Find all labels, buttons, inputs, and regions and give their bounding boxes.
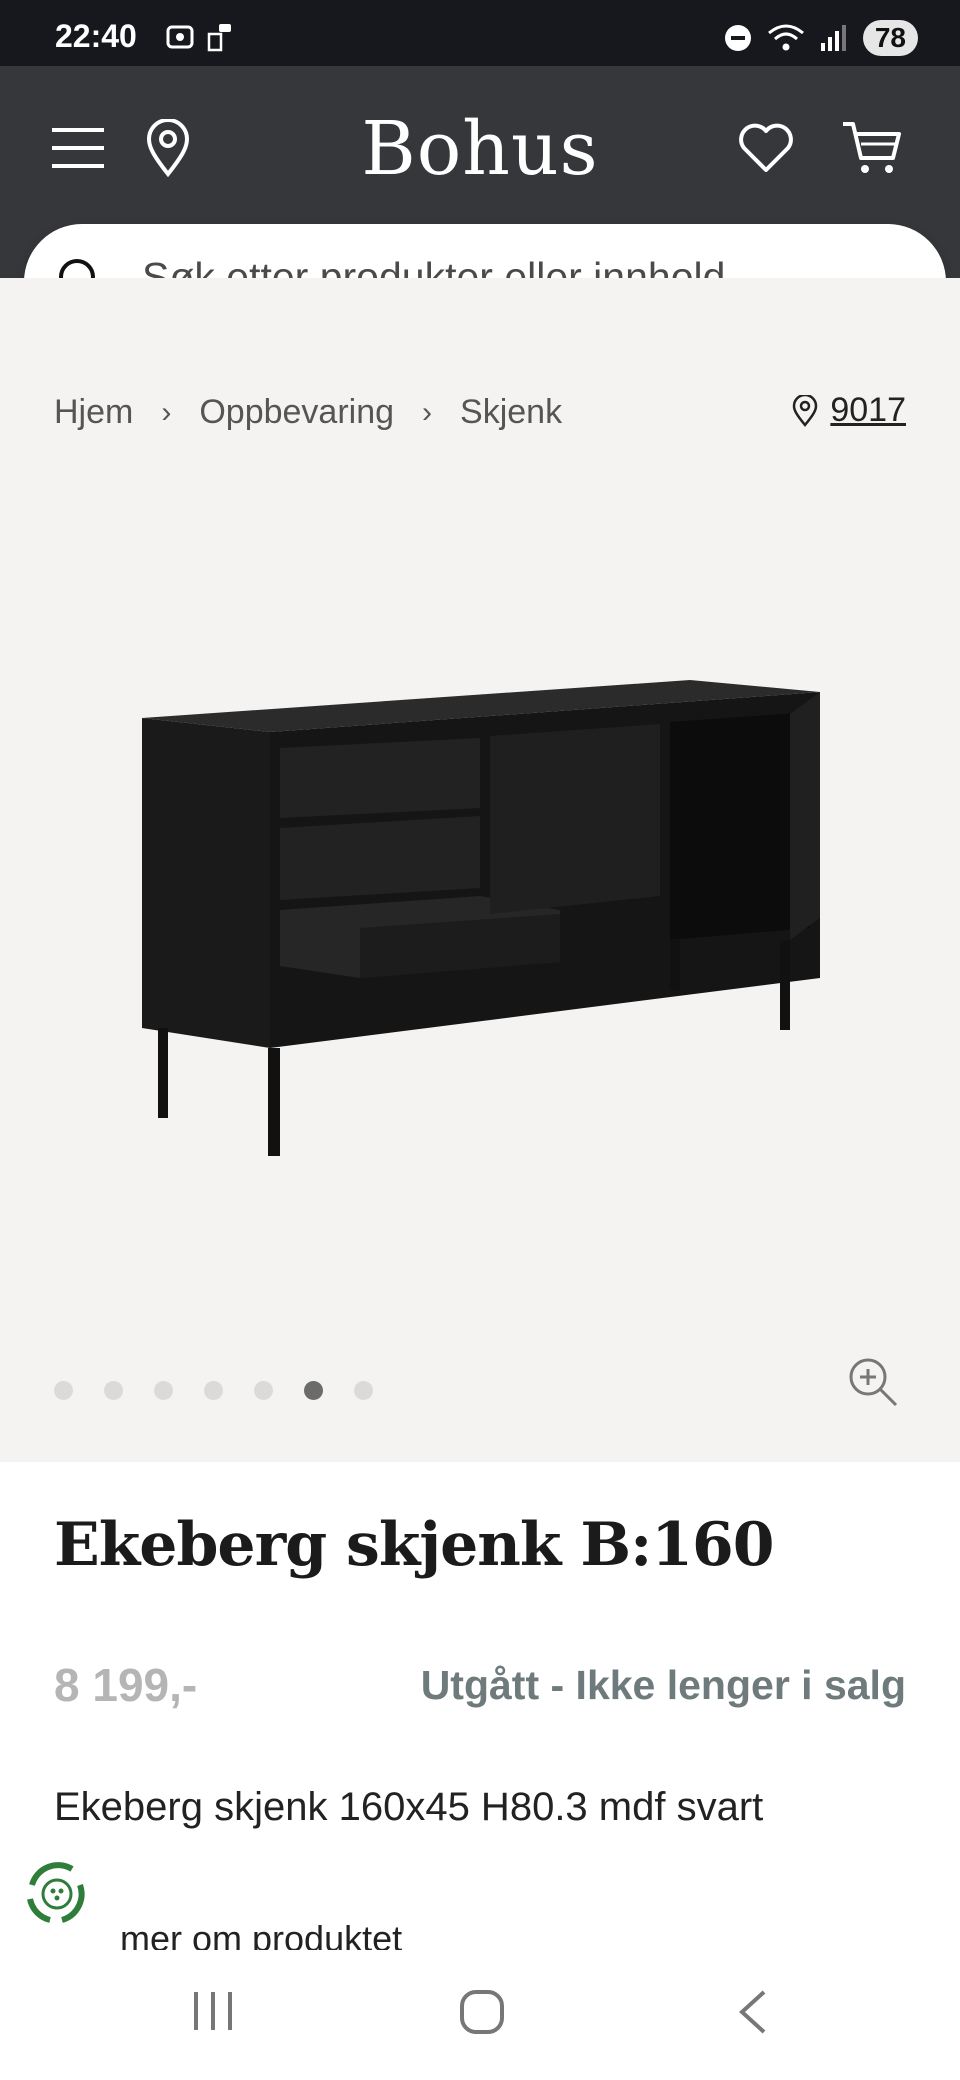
gallery-dot[interactable]	[204, 1381, 223, 1400]
status-bar: 22:40 78	[0, 0, 960, 66]
screenshot-icon	[166, 25, 194, 49]
product-title: Ekeberg skjenk B:160	[54, 1510, 774, 1580]
store-selector[interactable]: 9017	[792, 391, 906, 430]
availability-status: Utgått - Ikke lenger i salg	[420, 1662, 906, 1708]
more-about-product-link[interactable]: mer om produktet	[120, 1918, 402, 1950]
gallery-dot[interactable]	[104, 1381, 123, 1400]
system-navigation-bar	[0, 1950, 960, 2080]
cart-button[interactable]	[840, 116, 904, 180]
gallery-dot[interactable]	[354, 1381, 373, 1400]
store-code[interactable]: 9017	[830, 391, 906, 430]
signal-icon	[820, 25, 846, 51]
cart-icon	[843, 122, 901, 173]
bohus-logo[interactable]: Bohus	[0, 106, 960, 192]
product-gallery: Hjem › Oppbevaring › Skjenk 9017	[0, 278, 960, 1462]
status-system-icons: 78	[723, 20, 918, 56]
gallery-pagination	[54, 1381, 373, 1400]
chevron-right-icon: ›	[422, 395, 433, 429]
gallery-dot[interactable]	[154, 1381, 173, 1400]
wifi-icon	[767, 24, 804, 51]
chevron-right-icon: ›	[161, 395, 172, 429]
gallery-dot[interactable]	[54, 1381, 73, 1400]
gallery-dot[interactable]	[254, 1381, 273, 1400]
back-icon[interactable]	[734, 1988, 774, 2036]
recent-apps-icon[interactable]	[190, 1988, 236, 2034]
breadcrumb-oppbevaring[interactable]: Oppbevaring	[199, 393, 394, 432]
heart-icon	[739, 123, 793, 172]
wishlist-button[interactable]	[734, 116, 798, 180]
location-pin-icon	[793, 394, 818, 427]
product-image[interactable]	[130, 678, 830, 1158]
breadcrumb: Hjem › Oppbevaring › Skjenk	[54, 393, 562, 432]
message-icon	[207, 24, 231, 52]
status-time: 22:40	[55, 18, 137, 54]
product-description: Ekeberg skjenk 160x45 H80.3 mdf svart	[54, 1785, 764, 1829]
battery-indicator: 78	[862, 20, 918, 56]
breadcrumb-home[interactable]: Hjem	[54, 393, 133, 432]
dnd-icon	[724, 25, 751, 51]
zoom-in-icon[interactable]	[846, 1355, 900, 1409]
gallery-dot-active[interactable]	[304, 1381, 323, 1400]
breadcrumb-skjenk[interactable]: Skjenk	[460, 393, 562, 432]
eco-recycle-icon[interactable]	[18, 1855, 96, 1933]
status-notification-icons	[165, 22, 233, 52]
product-price: 8 199,-	[54, 1659, 198, 1711]
home-icon[interactable]	[458, 1988, 506, 2036]
